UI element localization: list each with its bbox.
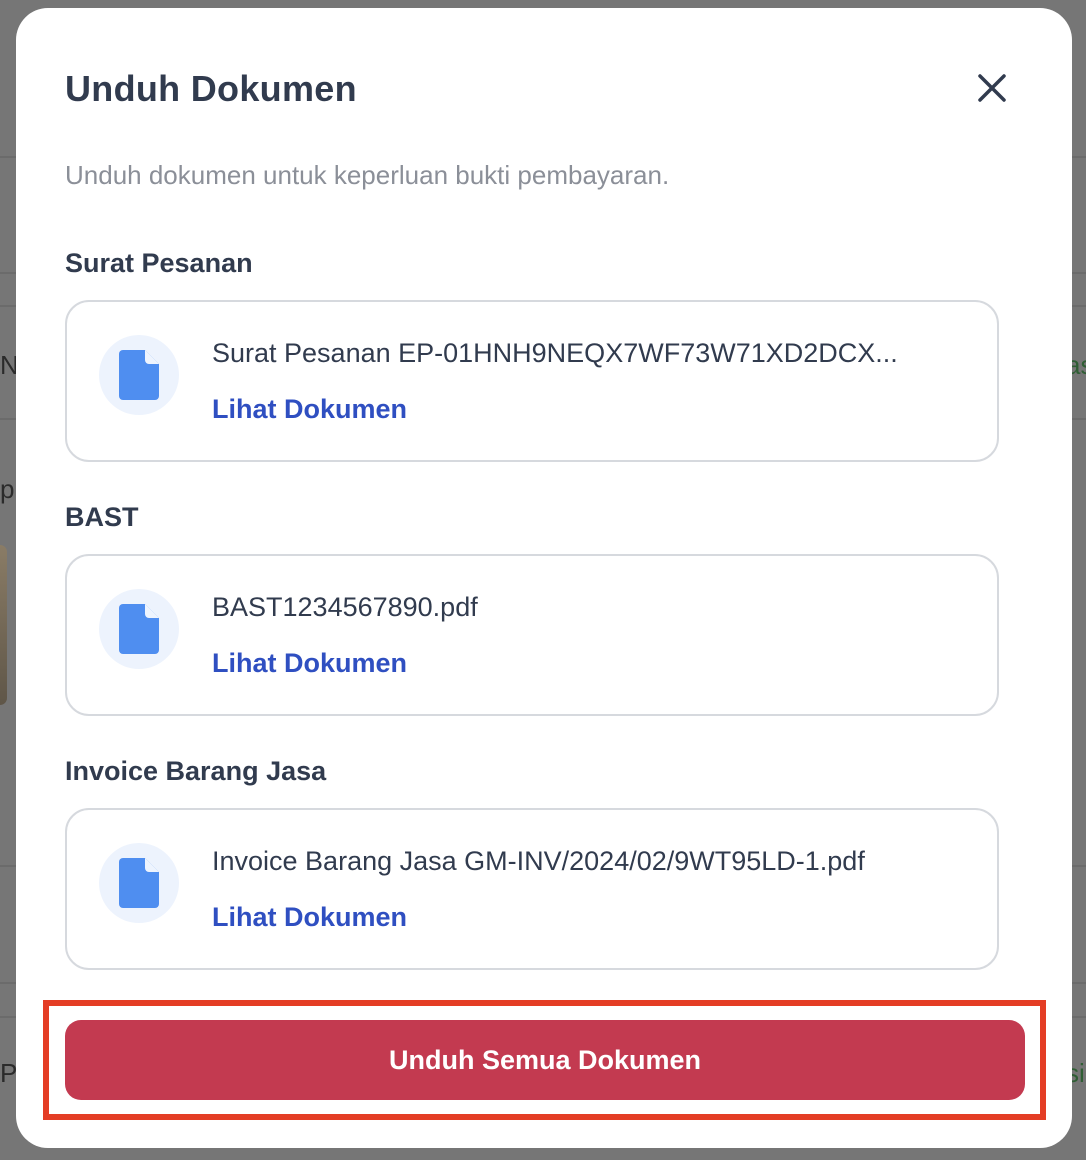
document-icon xyxy=(119,858,159,908)
modal-description: Unduh dokumen untuk keperluan bukti pemb… xyxy=(65,160,670,190)
document-file-name: Invoice Barang Jasa GM-INV/2024/02/9WT95… xyxy=(212,846,865,876)
document-card-surat-pesanan: Surat Pesanan EP-01HNH9NEQX7WF73W71XD2DC… xyxy=(65,300,999,462)
section-label-bast: BAST xyxy=(65,502,139,532)
modal-title: Unduh Dokumen xyxy=(65,68,357,109)
document-file-name: Surat Pesanan EP-01HNH9NEQX7WF73W71XD2DC… xyxy=(212,338,898,368)
background-text: p xyxy=(0,474,15,504)
document-icon-badge xyxy=(99,335,179,415)
section-label-surat-pesanan: Surat Pesanan xyxy=(65,248,253,278)
close-button[interactable] xyxy=(972,68,1012,108)
background-product-image xyxy=(0,545,7,705)
document-card-invoice: Invoice Barang Jasa GM-INV/2024/02/9WT95… xyxy=(65,808,999,970)
document-file-name: BAST1234567890.pdf xyxy=(212,592,478,622)
close-icon xyxy=(978,74,1006,102)
section-label-invoice: Invoice Barang Jasa xyxy=(65,756,327,786)
view-document-link[interactable]: Lihat Dokumen xyxy=(212,902,407,933)
view-document-link[interactable]: Lihat Dokumen xyxy=(212,394,407,425)
download-all-button[interactable]: Unduh Semua Dokumen xyxy=(65,1020,1025,1100)
document-card-bast: BAST1234567890.pdf Lihat Dokumen xyxy=(65,554,999,716)
download-documents-modal: Unduh Dokumen Unduh dokumen untuk keperl… xyxy=(16,8,1072,1148)
document-icon-badge xyxy=(99,589,179,669)
document-icon xyxy=(119,350,159,400)
document-icon-badge xyxy=(99,843,179,923)
document-icon xyxy=(119,604,159,654)
view-document-link[interactable]: Lihat Dokumen xyxy=(212,648,407,679)
